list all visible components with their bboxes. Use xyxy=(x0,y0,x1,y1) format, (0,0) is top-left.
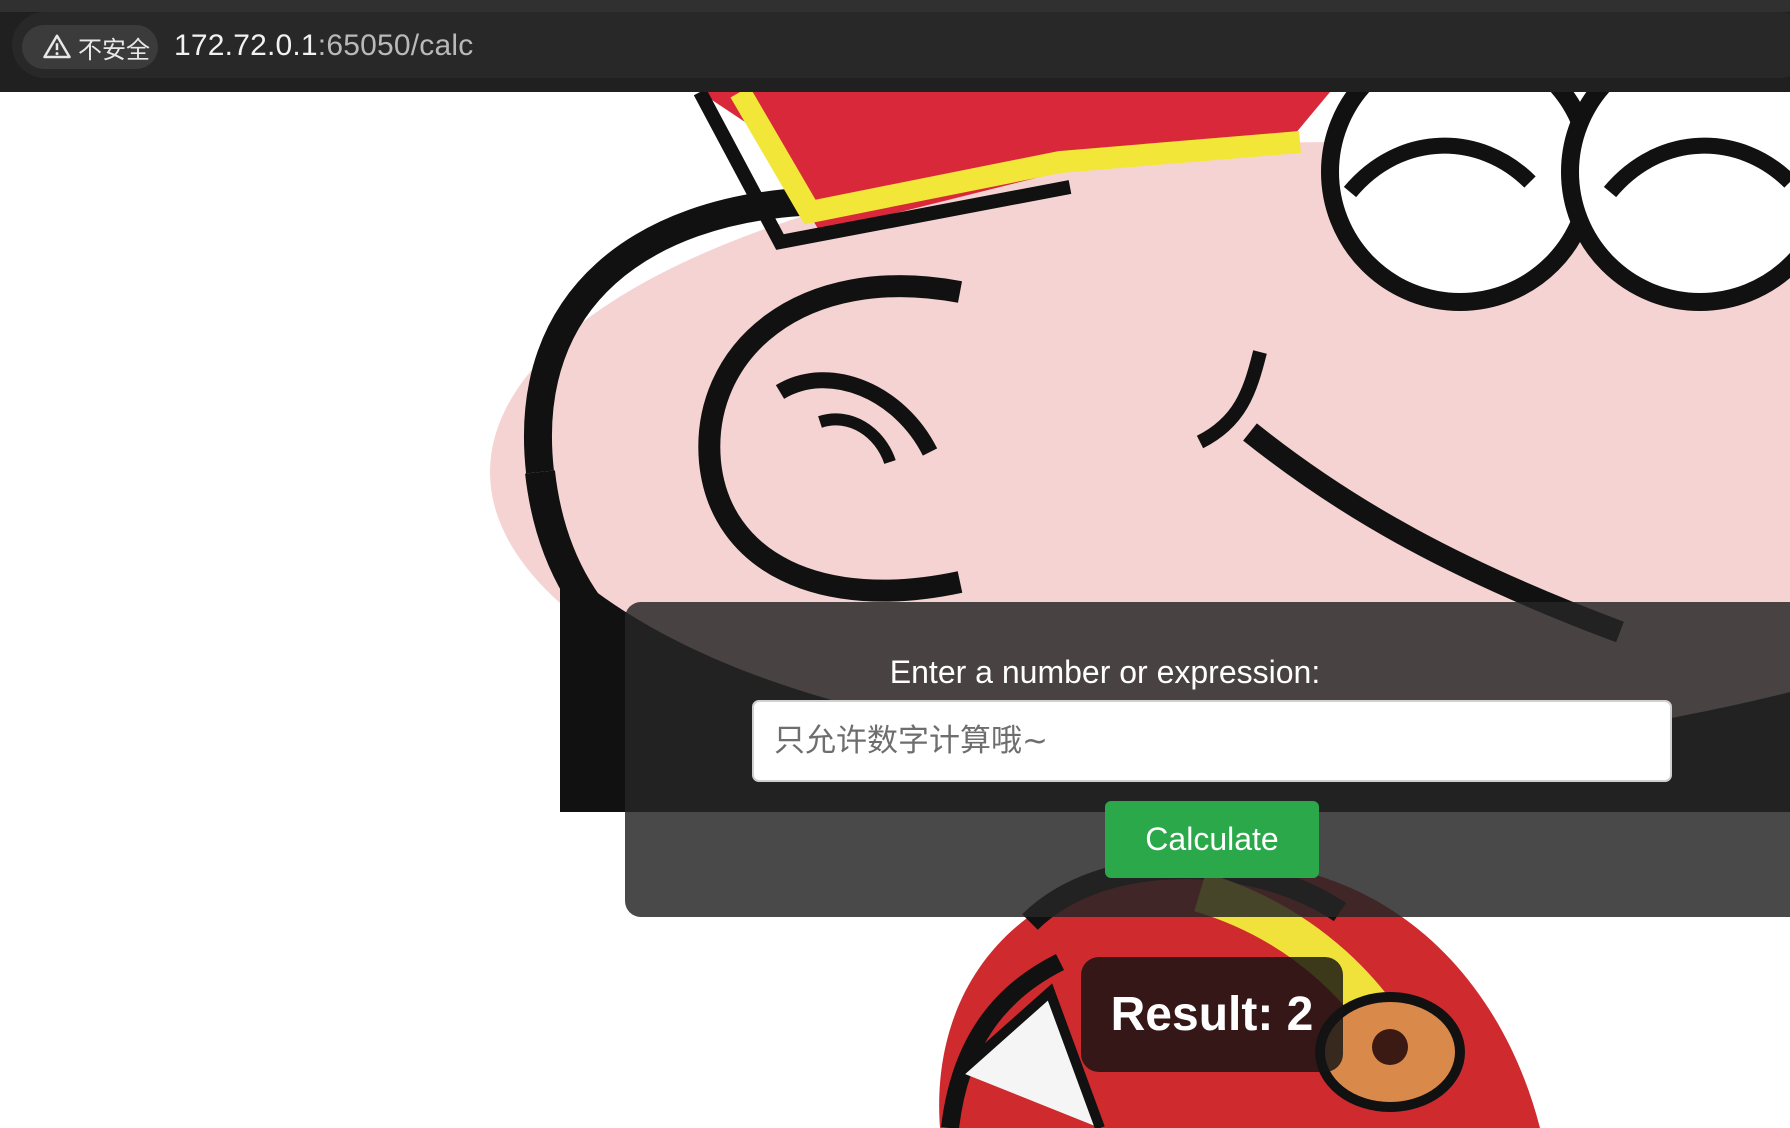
page-viewport: Enter a number or expression: Calculate … xyxy=(0,92,1790,1128)
url-path: :65050/calc xyxy=(317,29,474,62)
address-bar[interactable]: 不安全 172.72.0.1:65050/calc xyxy=(12,12,1790,78)
expression-input[interactable] xyxy=(752,700,1672,782)
security-chip[interactable]: 不安全 xyxy=(22,25,158,69)
tab-strip xyxy=(0,0,1790,12)
security-label: 不安全 xyxy=(78,36,150,64)
url-host: 172.72.0.1 xyxy=(174,29,318,62)
warning-icon xyxy=(43,34,71,59)
url-text[interactable]: 172.72.0.1:65050/calc xyxy=(174,24,473,68)
calculate-button[interactable]: Calculate xyxy=(1105,801,1319,878)
browser-toolbar: 不安全 172.72.0.1:65050/calc xyxy=(0,0,1790,92)
expression-label: Enter a number or expression: xyxy=(889,654,1321,690)
calculator-panel: Enter a number or expression: Calculate xyxy=(625,602,1790,917)
result-display: Result: 2 xyxy=(1081,957,1343,1072)
